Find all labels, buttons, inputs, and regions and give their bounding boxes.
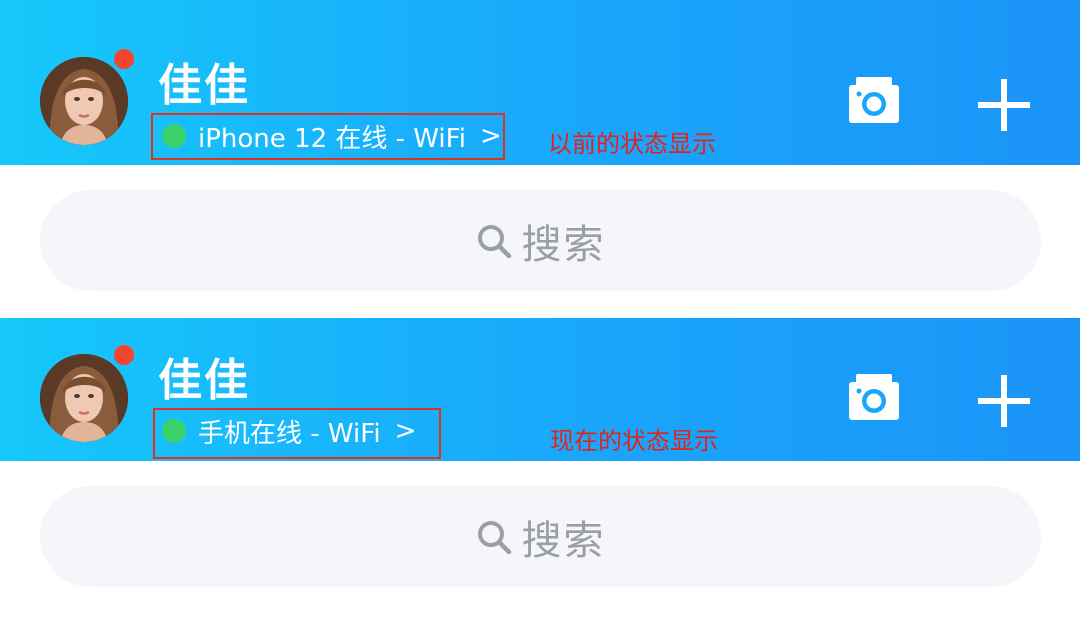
annotation-label: 以前的状态显示 — [548, 130, 716, 158]
add-button[interactable] — [976, 77, 1032, 133]
user-name: 佳佳 — [158, 60, 250, 111]
camera-icon — [849, 77, 899, 123]
avatar[interactable] — [40, 57, 128, 145]
annotation-label: 现在的状态显示 — [550, 427, 718, 455]
search-bar[interactable]: 搜索 — [40, 190, 1041, 291]
plus-icon — [978, 375, 1030, 427]
notification-badge — [112, 343, 136, 367]
avatar[interactable] — [40, 354, 128, 442]
search-placeholder: 搜索 — [521, 517, 606, 564]
camera-button[interactable] — [847, 73, 901, 127]
user-name: 佳佳 — [158, 355, 250, 406]
search-icon — [477, 224, 511, 258]
camera-icon — [849, 374, 899, 420]
search-icon — [477, 520, 511, 554]
search-bar[interactable]: 搜索 — [40, 486, 1041, 587]
camera-button[interactable] — [847, 370, 901, 424]
search-placeholder: 搜索 — [521, 221, 606, 268]
highlight-box — [151, 113, 505, 160]
plus-icon — [978, 79, 1030, 131]
add-button[interactable] — [976, 373, 1032, 429]
notification-badge — [112, 47, 136, 71]
highlight-box — [153, 408, 441, 459]
